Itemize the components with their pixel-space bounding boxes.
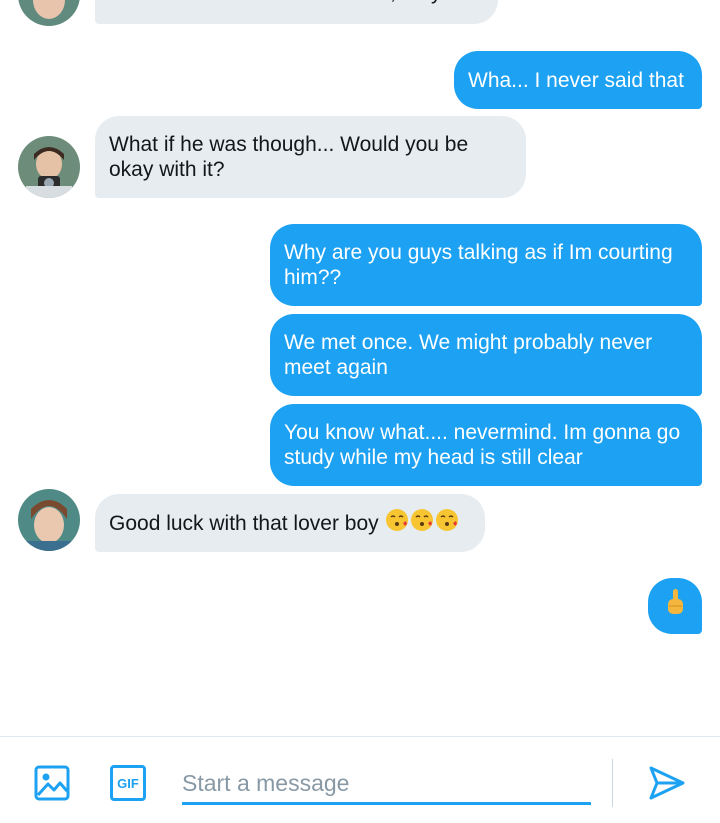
kissing-face-heart-icon <box>435 508 459 538</box>
message-incoming[interactable]: You don't want him to be a fan, do you? <box>95 0 498 24</box>
send-icon[interactable] <box>648 765 686 806</box>
message-outgoing[interactable]: Why are you guys talking as if Im courti… <box>270 224 702 306</box>
gif-icon[interactable]: GIF <box>110 765 146 801</box>
avatar[interactable] <box>18 0 80 26</box>
message-incoming[interactable]: What if he was though... Would you be ok… <box>95 116 526 198</box>
avatar[interactable] <box>18 489 80 551</box>
gif-label: GIF <box>117 775 139 791</box>
message-outgoing[interactable]: Wha... I never said that <box>454 51 702 109</box>
kissing-face-heart-icon <box>410 508 434 538</box>
message-outgoing[interactable]: You know what.... nevermind. Im gonna go… <box>270 404 702 486</box>
image-icon[interactable] <box>34 765 70 806</box>
message-input[interactable]: Start a message <box>182 765 591 805</box>
kissing-face-heart-icon <box>385 508 409 538</box>
divider <box>612 759 613 807</box>
pointing-up-hand-icon <box>663 588 687 624</box>
message-outgoing[interactable]: We met once. We might probably never mee… <box>270 314 702 396</box>
message-composer: GIF Start a message <box>0 736 720 823</box>
message-incoming[interactable]: Good luck with that lover boy <box>95 494 485 552</box>
input-underline <box>182 802 591 805</box>
message-text: Good luck with that lover boy <box>109 511 379 535</box>
message-outgoing[interactable] <box>648 578 702 634</box>
avatar[interactable] <box>18 136 80 198</box>
conversation-thread[interactable]: You don't want him to be a fan, do you? … <box>0 0 720 736</box>
message-input-placeholder: Start a message <box>182 770 350 796</box>
